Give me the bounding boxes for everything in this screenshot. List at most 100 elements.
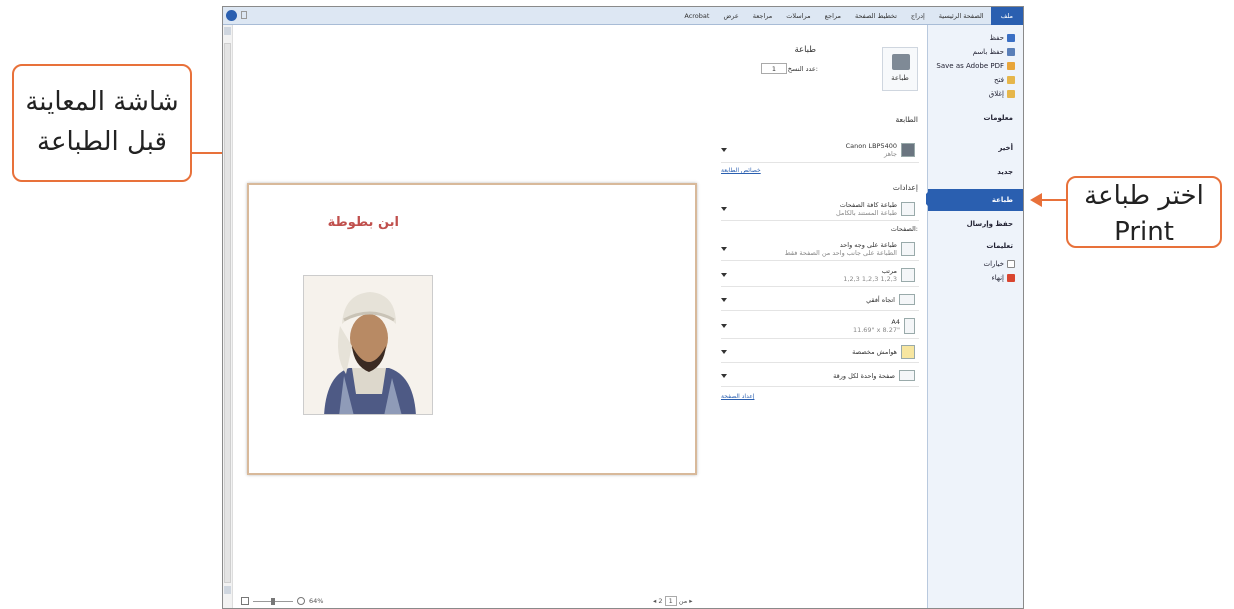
- print-callout-line-1: اختر طباعة: [1084, 181, 1204, 211]
- portrait-illustration: [304, 276, 432, 414]
- nav-save[interactable]: حفظ: [928, 31, 1023, 45]
- nav-new[interactable]: جديد: [928, 161, 1023, 183]
- portrait-image: [303, 275, 433, 415]
- setting-paper-size[interactable]: A4 11.69" x 8.27": [721, 313, 919, 339]
- chevron-down-icon: [721, 297, 727, 302]
- tab-insert[interactable]: إدراج: [904, 7, 932, 25]
- pages-per-sheet-icon: [899, 370, 915, 381]
- printer-select[interactable]: Canon LBP5400 جاهز: [721, 137, 919, 163]
- open-folder-icon: [1007, 76, 1015, 84]
- tab-acrobat[interactable]: Acrobat: [677, 7, 716, 25]
- margins-icon: [901, 344, 915, 359]
- print-preview-area: ابن بطوطة: [233, 25, 713, 608]
- tab-view[interactable]: عرض: [716, 7, 745, 25]
- page-navigator: ◂ 2 من 1 ▸: [653, 596, 693, 606]
- nav-help[interactable]: تعليمات: [928, 235, 1023, 257]
- current-page-input[interactable]: 1: [664, 596, 677, 606]
- preview-scrollbar[interactable]: [223, 25, 233, 608]
- setting-orientation[interactable]: اتجاه أفقي: [721, 289, 919, 311]
- print-button-label: طباعة: [891, 74, 909, 82]
- preview-page: ابن بطوطة: [247, 183, 697, 475]
- zoom-percent: 64%: [309, 597, 324, 605]
- tab-mailings[interactable]: مراسلات: [779, 7, 817, 25]
- setting-pages-per-sheet[interactable]: صفحة واحدة لكل ورقة: [721, 365, 919, 387]
- pages-label: الصفحات:: [890, 225, 918, 233]
- tab-home[interactable]: الصفحة الرئيسية: [932, 7, 991, 25]
- printer-icon: [892, 54, 910, 70]
- setting-main: طباعة على وجه واحد: [839, 240, 897, 249]
- setting-sub: 1,2,3 1,2,3 1,2,3: [843, 274, 897, 283]
- nav-save-send[interactable]: حفظ وإرسال: [928, 213, 1023, 235]
- page-setup-link[interactable]: إعداد الصفحة: [721, 393, 754, 400]
- landscape-icon: [899, 294, 915, 305]
- next-page-icon[interactable]: ▸: [689, 597, 692, 605]
- scroll-thumb[interactable]: [224, 43, 231, 583]
- print-callout: اختر طباعة Print: [1066, 176, 1222, 248]
- prev-page-icon[interactable]: ◂: [653, 597, 656, 605]
- nav-recent[interactable]: أخير: [928, 137, 1023, 159]
- zoom-slider-knob[interactable]: [271, 597, 275, 605]
- chevron-down-icon: [721, 246, 727, 251]
- setting-sub: 11.69" x 8.27": [852, 325, 900, 334]
- tab-review[interactable]: مراجعة: [746, 7, 780, 25]
- tab-file[interactable]: ملف: [990, 7, 1023, 25]
- zoom-out-icon[interactable]: [241, 597, 249, 605]
- nav-options[interactable]: خيارات: [928, 257, 1023, 271]
- backstage-nav: حفظ حفظ باسم Save as Adobe PDF فتح إغلاق…: [921, 25, 1023, 608]
- nav-print[interactable]: طباعة: [921, 189, 1023, 211]
- page-total: 2: [658, 597, 663, 605]
- tab-references[interactable]: مراجع: [818, 7, 848, 25]
- nav-close[interactable]: إغلاق: [928, 87, 1023, 101]
- save-icon: [1007, 34, 1015, 42]
- nav-save-as-label: حفظ باسم: [972, 48, 1004, 56]
- setting-main: مرتب: [881, 266, 897, 275]
- nav-save-as-pdf[interactable]: Save as Adobe PDF: [928, 59, 1023, 73]
- chevron-down-icon: [721, 323, 727, 328]
- printer-small-icon: [901, 142, 915, 157]
- zoom-in-icon[interactable]: [297, 597, 305, 605]
- collated-icon: [901, 267, 915, 282]
- paper-icon: [904, 317, 915, 334]
- setting-pages-range[interactable]: طباعة كافة الصفحات طباعة المستند بالكامل: [721, 197, 919, 221]
- zoom-slider[interactable]: [253, 597, 293, 605]
- scroll-down-icon[interactable]: [224, 586, 231, 594]
- tab-page-layout[interactable]: تخطيط الصفحة: [848, 7, 904, 25]
- copies-label: عدد النسخ:: [787, 65, 818, 73]
- exit-icon: [1007, 274, 1015, 282]
- settings-header: إعدادات: [892, 183, 918, 192]
- print-callout-line-2: Print: [1114, 217, 1174, 247]
- nav-info[interactable]: معلومات: [928, 107, 1023, 129]
- save-as-icon: [1007, 48, 1015, 56]
- print-title: طباعة: [794, 45, 816, 55]
- preview-callout: شاشة المعاينة قبل الطباعة: [12, 64, 192, 182]
- one-sided-icon: [901, 241, 915, 256]
- quick-access-save-icon[interactable]: [241, 11, 247, 19]
- setting-margins[interactable]: هوامش مخصصة: [721, 341, 919, 363]
- setting-sub: الطباعة على جانب واحد من الصفحة فقط: [784, 248, 897, 257]
- print-button[interactable]: طباعة: [882, 47, 918, 91]
- nav-save-as-pdf-label: Save as Adobe PDF: [936, 62, 1004, 70]
- copies-input[interactable]: 1: [761, 63, 787, 74]
- word-app-icon[interactable]: [226, 10, 237, 21]
- nav-exit[interactable]: إنهاء: [928, 271, 1023, 285]
- setting-main: اتجاه أفقي: [866, 295, 895, 304]
- nav-close-label: إغلاق: [988, 90, 1004, 98]
- nav-open[interactable]: فتح: [928, 73, 1023, 87]
- nav-save-as[interactable]: حفظ باسم: [928, 45, 1023, 59]
- printer-status: جاهز: [883, 149, 897, 158]
- document-title: ابن بطوطة: [327, 215, 399, 230]
- setting-main: A4: [891, 317, 900, 326]
- printer-properties-link[interactable]: خصائص الطابعة: [721, 167, 761, 174]
- setting-main: هوامش مخصصة: [852, 347, 897, 356]
- preview-callout-line-1: شاشة المعاينة: [25, 87, 179, 117]
- nav-save-label: حفظ: [989, 34, 1004, 42]
- setting-sides[interactable]: طباعة على وجه واحد الطباعة على جانب واحد …: [721, 237, 919, 261]
- pdf-icon: [1007, 62, 1015, 70]
- pages-icon: [901, 201, 915, 216]
- chevron-down-icon: [721, 349, 727, 354]
- preview-status-bar: 64% ◂ 2 من 1 ▸: [233, 594, 713, 608]
- setting-main: طباعة كافة الصفحات: [839, 200, 897, 209]
- scroll-up-icon[interactable]: [224, 27, 231, 35]
- setting-collation[interactable]: مرتب 1,2,3 1,2,3 1,2,3: [721, 263, 919, 287]
- page-of-label: من: [678, 597, 688, 605]
